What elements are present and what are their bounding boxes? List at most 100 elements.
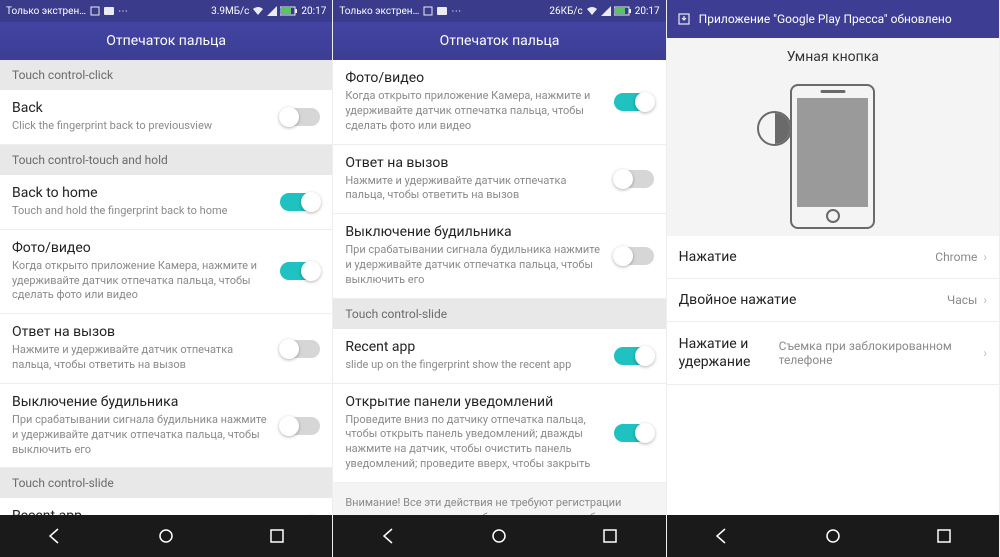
action-long-press[interactable]: Нажатие и удержание Съемка при заблокиро… — [667, 322, 999, 385]
row-title: Фото/видео — [12, 240, 270, 256]
row-value: Chrome — [935, 250, 977, 264]
nav-bar — [0, 515, 332, 557]
header-title: Умная кнопка — [787, 49, 879, 65]
screen-smart-button: Приложение "Google Play Пресса" обновлен… — [667, 0, 1000, 557]
settings-list[interactable]: Фото/видеоКогда открыто приложение Камер… — [333, 60, 665, 515]
screen-fingerprint-2: Только экстрен… ⋯ 26КБ/с 20:17 Отпечаток… — [333, 0, 666, 557]
wifi-icon — [586, 6, 598, 16]
setting-answer-call[interactable]: Ответ на вызов Нажмите и удерживайте датч… — [0, 314, 332, 384]
wifi-icon — [252, 6, 264, 16]
row-desc: Нажмите и удерживайте датчик отпечатка п… — [345, 174, 603, 204]
toggle-switch[interactable] — [280, 108, 320, 126]
setting-back-home[interactable]: Back to homeTouch and hold the fingerpri… — [0, 175, 332, 230]
settings-list[interactable]: Нажатие Chrome › Двойное нажатие Часы › На… — [667, 236, 999, 515]
toggle-switch[interactable] — [280, 193, 320, 211]
nav-back[interactable] — [369, 516, 409, 556]
row-desc: Нажмите и удерживайте датчик отпечатка п… — [12, 343, 270, 373]
toggle-switch[interactable] — [614, 247, 654, 265]
settings-list[interactable]: Touch control-click BackClick the finger… — [0, 60, 332, 515]
status-time: 20:17 — [635, 6, 660, 17]
screen-fingerprint-1: Только экстрен… ⋯ 3.9МБ/с 20:17 Отпечато… — [0, 0, 333, 557]
illustration — [667, 76, 999, 236]
toggle-switch[interactable] — [614, 424, 654, 442]
app-header: Отпечаток пальца — [0, 22, 332, 60]
row-value: Часы — [947, 293, 977, 307]
setting-alarm-off[interactable]: Выключение будильника При срабатывании си… — [333, 214, 665, 299]
section-header: Touch control-slide — [0, 468, 332, 498]
section-header: Touch control-touch and hold — [0, 145, 332, 175]
chevron-right-icon: › — [983, 293, 987, 307]
app-header: Умная кнопка — [667, 38, 999, 76]
battery-icon — [614, 6, 632, 16]
setting-photo-video[interactable]: Фото/видеоКогда открыто приложение Камер… — [333, 60, 665, 145]
nav-home[interactable] — [146, 516, 186, 556]
setting-recent-app[interactable]: Recent appslide up on the fingerprint sh… — [0, 498, 332, 515]
dots-icon: ⋯ — [451, 6, 461, 17]
signal-icon — [601, 6, 611, 16]
row-title: Recent app — [345, 339, 603, 355]
row-desc: При срабатывании сигнала будильника нажм… — [345, 243, 603, 288]
row-title: Ответ на вызов — [12, 324, 270, 340]
status-carrier: Только экстрен… — [339, 6, 419, 17]
row-title: Фото/видео — [345, 70, 603, 86]
chevron-right-icon: › — [983, 250, 987, 264]
nav-back[interactable] — [702, 516, 742, 556]
toggle-switch[interactable] — [280, 262, 320, 280]
row-title: Back to home — [12, 185, 270, 201]
download-icon — [677, 12, 691, 26]
row-title: Двойное нажатие — [679, 292, 797, 308]
status-bar: Только экстрен… ⋯ 26КБ/с 20:17 — [333, 0, 665, 22]
setting-answer-call[interactable]: Ответ на вызов Нажмите и удерживайте датч… — [333, 145, 665, 215]
section-header: Touch control-click — [0, 60, 332, 90]
status-speed: 3.9МБ/с — [211, 6, 249, 17]
status-speed: 26КБ/с — [549, 6, 582, 17]
row-title: Выключение будильника — [345, 224, 603, 240]
toggle-switch[interactable] — [614, 347, 654, 365]
card-icon — [437, 7, 447, 15]
dots-icon: ⋯ — [118, 6, 128, 17]
setting-recent-app[interactable]: Recent app slide up on the fingerprint sh… — [333, 329, 665, 384]
nav-back[interactable] — [35, 516, 75, 556]
nav-recent[interactable] — [257, 516, 297, 556]
toggle-switch[interactable] — [280, 340, 320, 358]
side-button-icon — [757, 111, 792, 146]
setting-photo-video[interactable]: Фото/видео Когда открыто приложение Камер… — [0, 230, 332, 315]
row-desc: При срабатывании сигнала будильника нажм… — [12, 413, 270, 458]
chevron-right-icon: › — [983, 346, 987, 360]
action-press[interactable]: Нажатие Chrome › — [667, 236, 999, 279]
nav-recent[interactable] — [590, 516, 630, 556]
nav-recent[interactable] — [924, 516, 964, 556]
section-header: Touch control-slide — [333, 299, 665, 329]
toggle-switch[interactable] — [614, 170, 654, 188]
row-title: Back — [12, 100, 270, 116]
phone-illustration — [790, 84, 875, 229]
row-title: Выключение будильника — [12, 394, 270, 410]
row-title: Нажатие — [679, 249, 737, 265]
status-time: 20:17 — [301, 6, 326, 17]
row-title: Ответ на вызов — [345, 155, 603, 171]
nav-bar — [667, 515, 999, 557]
nav-home[interactable] — [479, 516, 519, 556]
notification-text: Приложение "Google Play Пресса" обновлен… — [699, 12, 952, 26]
row-value: Съемка при заблокированном телефоне — [779, 339, 978, 367]
setting-alarm-off[interactable]: Выключение будильника При срабатывании си… — [0, 384, 332, 469]
battery-icon — [280, 6, 298, 16]
status-carrier: Только экстрен… — [6, 6, 86, 17]
row-desc: Когда открыто приложение Камера, нажмите… — [12, 259, 270, 304]
toggle-switch[interactable] — [614, 93, 654, 111]
notification-banner[interactable]: Приложение "Google Play Пресса" обновлен… — [667, 0, 999, 38]
setting-notif-panel[interactable]: Открытие панели уведомленийПроведите вни… — [333, 384, 665, 483]
nav-home[interactable] — [813, 516, 853, 556]
screenshot-icon — [423, 6, 433, 16]
header-title: Отпечаток пальца — [440, 33, 560, 49]
action-double-press[interactable]: Двойное нажатие Часы › — [667, 279, 999, 322]
toggle-switch[interactable] — [280, 417, 320, 435]
setting-back[interactable]: BackClick the fingerprint back to previo… — [0, 90, 332, 145]
header-title: Отпечаток пальца — [106, 33, 226, 49]
row-title: Открытие панели уведомлений — [345, 394, 603, 410]
row-title: Нажатие и удержание — [679, 335, 779, 371]
row-desc: slide up on the fingerprint show the rec… — [345, 358, 603, 373]
footer-note: Внимание! Все эти действия не требуют ре… — [333, 483, 665, 515]
signal-icon — [267, 6, 277, 16]
card-icon — [104, 7, 114, 15]
